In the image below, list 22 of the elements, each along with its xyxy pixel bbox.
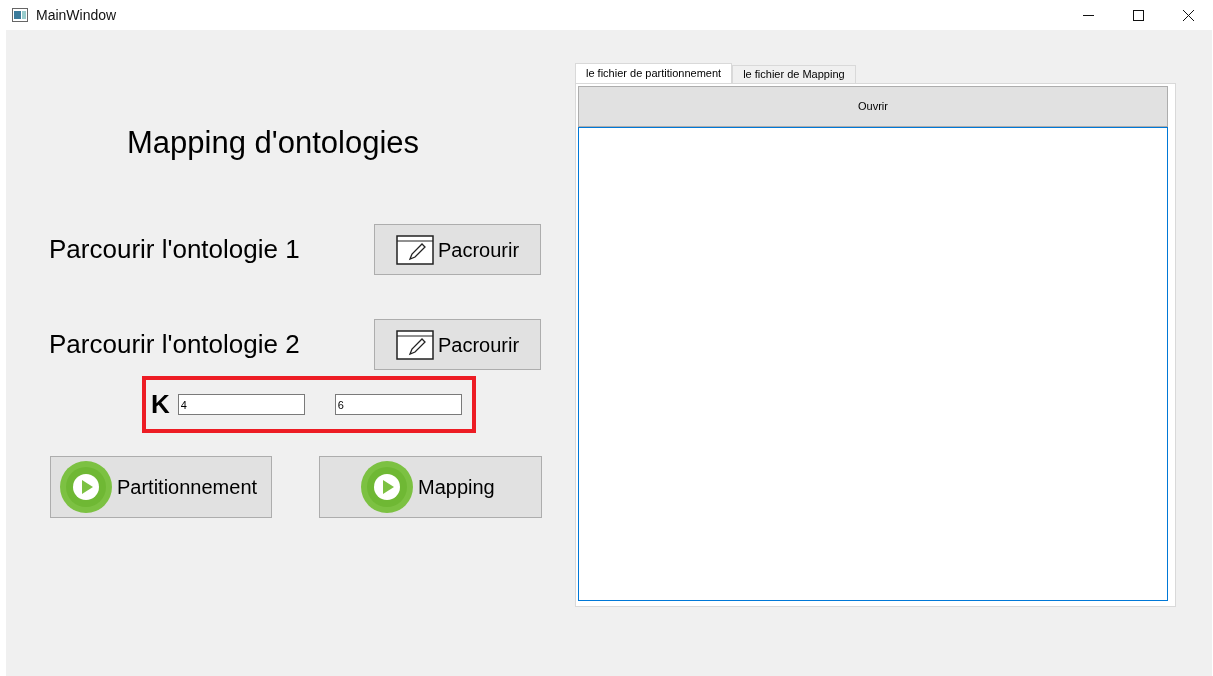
open-button[interactable]: Ouvrir: [578, 86, 1168, 127]
edit-window-icon: [395, 329, 434, 360]
minimize-icon: [1082, 14, 1094, 16]
app-icon: [12, 8, 28, 22]
run-button[interactable]: Partitionnement: [50, 456, 272, 518]
k-input-field[interactable]: 6: [334, 394, 462, 415]
tab[interactable]: le fichier de partitionnement: [575, 63, 733, 83]
browse-label: Parcourir l'ontologie 1: [49, 233, 301, 266]
window-title: MainWindow: [36, 5, 117, 25]
browse-button[interactable]: Pacrourir: [374, 319, 541, 370]
browse-label: Parcourir l'ontologie 2: [49, 328, 301, 361]
tab[interactable]: le fichier de Mapping: [732, 65, 856, 83]
k-label: K: [151, 388, 170, 421]
browse-button[interactable]: Pacrourir: [374, 224, 541, 275]
k-input-field[interactable]: 4: [177, 394, 305, 415]
close-icon: [1182, 9, 1194, 21]
run-button[interactable]: Mapping: [319, 456, 542, 518]
app-heading: Mapping d'ontologies: [127, 125, 420, 161]
maximize-icon: [1132, 9, 1144, 21]
edit-window-icon: [395, 234, 434, 265]
play-icon: [360, 460, 414, 514]
play-icon: [59, 460, 113, 514]
